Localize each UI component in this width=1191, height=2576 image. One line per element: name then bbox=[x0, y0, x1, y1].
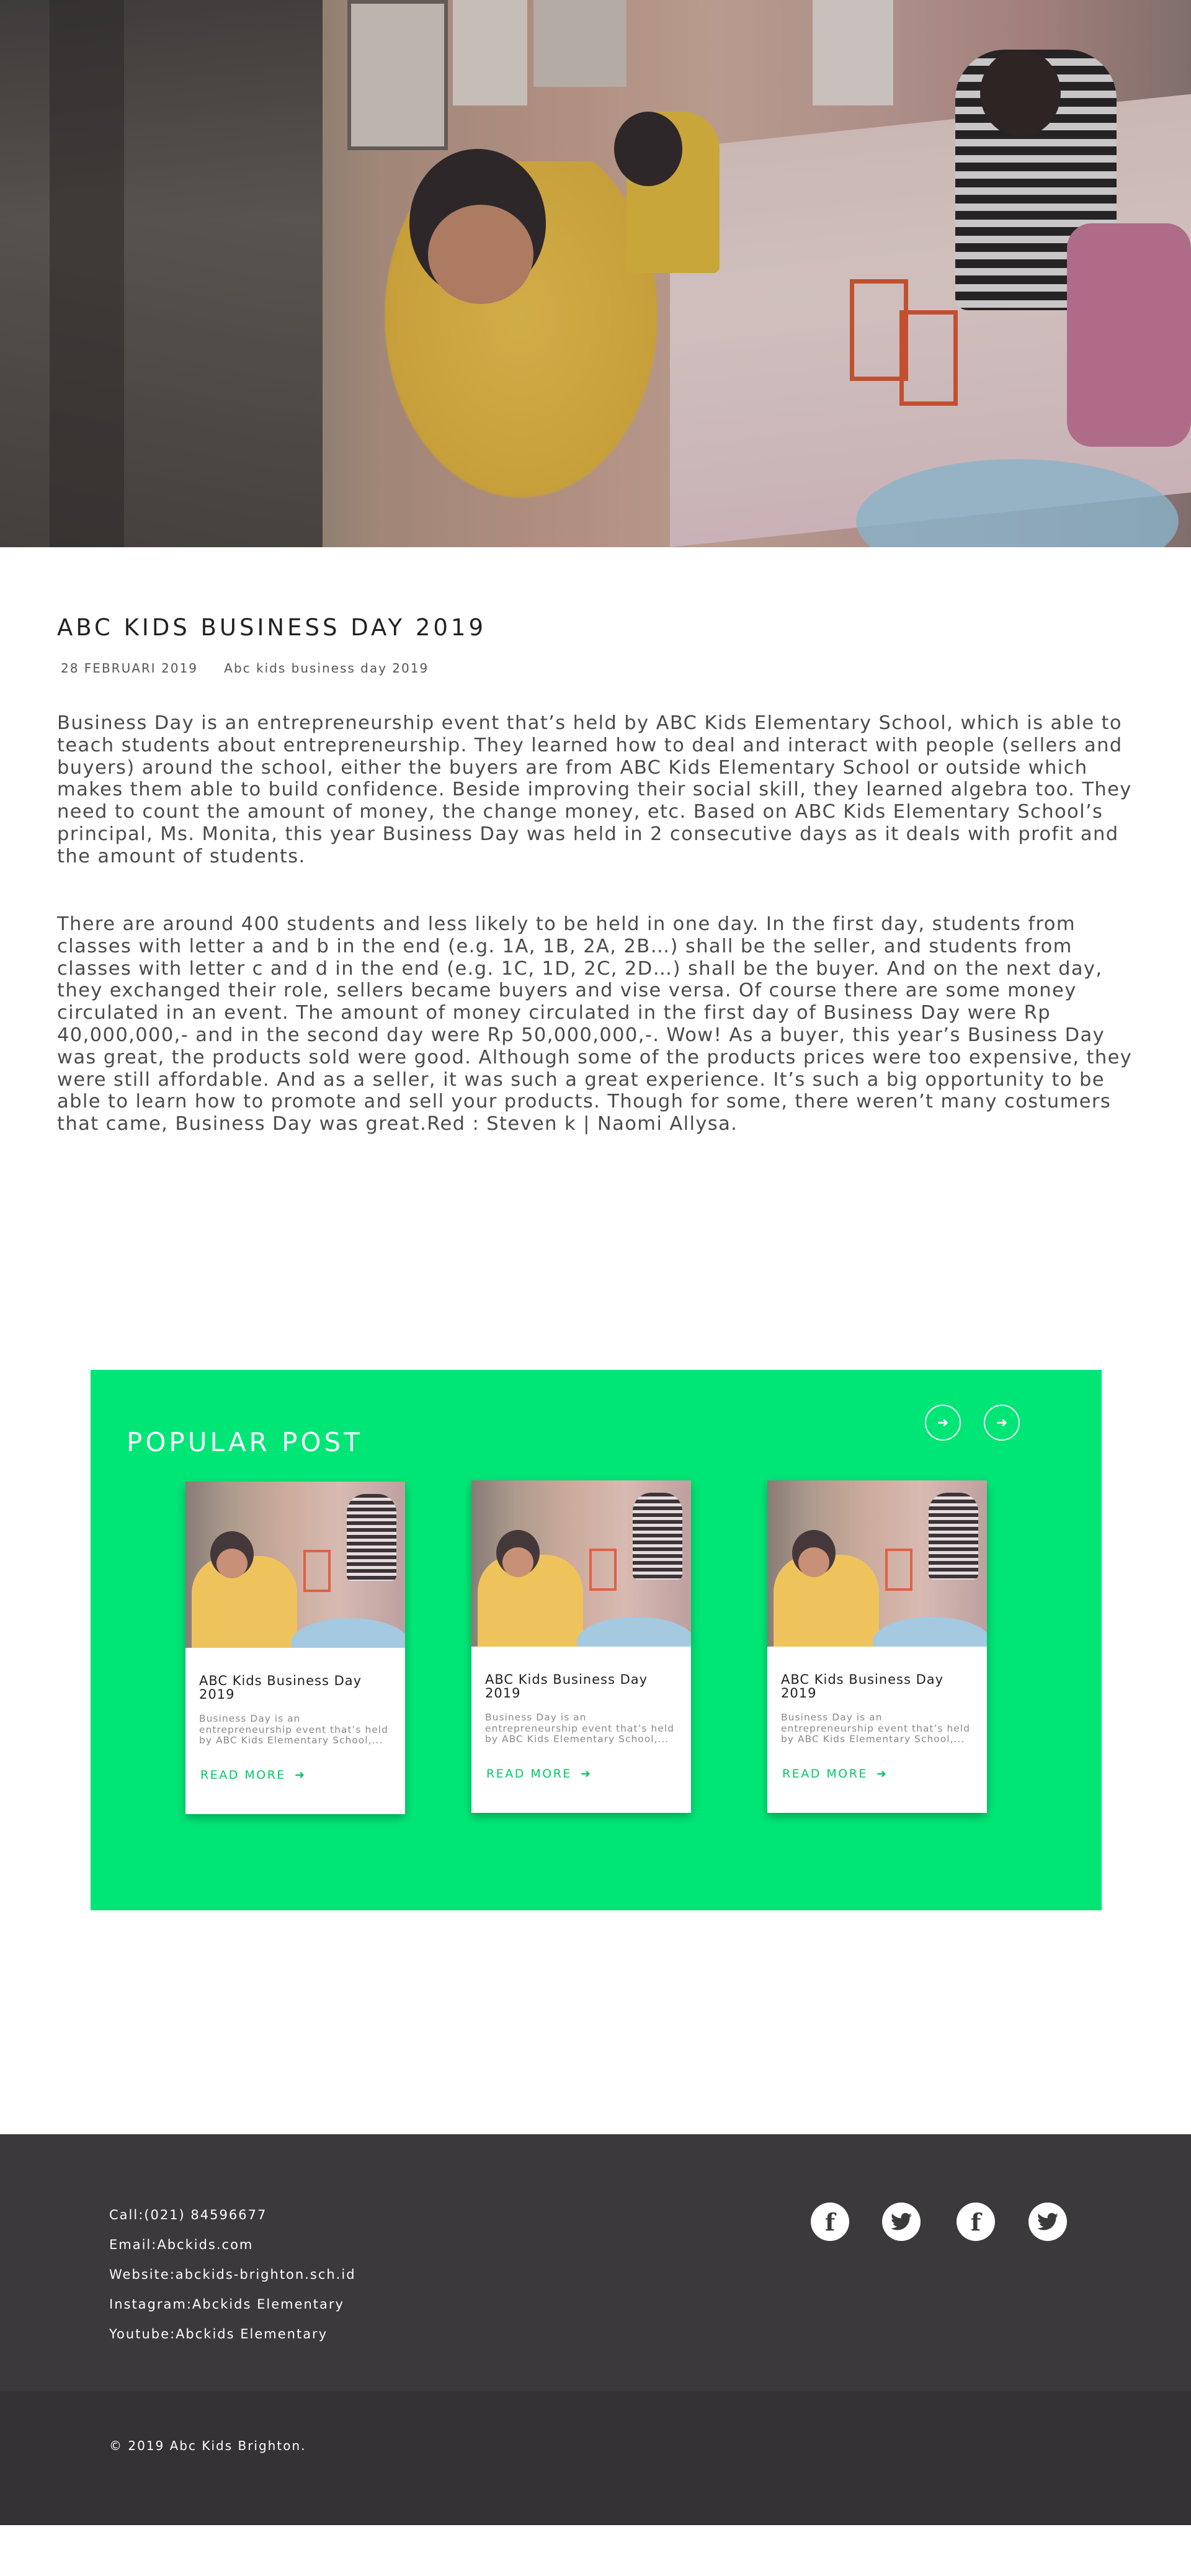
carousel-next-button[interactable]: ➜ bbox=[984, 1405, 1020, 1441]
footer-contact: Call:(021) 84596677 Email:Abckids.com We… bbox=[0, 2134, 1191, 2391]
post-thumbnail[interactable] bbox=[185, 1482, 405, 1648]
article-paragraph-1: Business Day is an entrepreneurship even… bbox=[57, 712, 1132, 867]
article-title: ABC KIDS BUSINESS DAY 2019 bbox=[57, 614, 487, 641]
facebook-icon[interactable]: f bbox=[957, 2203, 995, 2241]
post-card-title[interactable]: ABC Kids Business Day 2019 bbox=[199, 1674, 391, 1701]
post-card-excerpt: Business Day is an entrepreneurship even… bbox=[199, 1714, 388, 1746]
footer-youtube[interactable]: Youtube:Abckids Elementary bbox=[109, 2327, 328, 2341]
popular-post-section: POPULAR POST ➜ ➜ ABC Kids Business Day 2… bbox=[91, 1370, 1102, 1910]
article-paragraph-2: There are around 400 students and less l… bbox=[57, 913, 1133, 1135]
hero-image bbox=[0, 0, 1191, 547]
post-card[interactable]: ABC Kids Business Day 2019 Business Day … bbox=[471, 1480, 691, 1813]
footer-website[interactable]: Website:abckids-brighton.sch.id bbox=[109, 2267, 356, 2282]
read-more-link[interactable]: READ MORE ➜ bbox=[486, 1767, 592, 1781]
footer-email[interactable]: Email:Abckids.com bbox=[109, 2237, 253, 2252]
facebook-icon[interactable]: f bbox=[811, 2203, 849, 2241]
footer-copyright-bar: © 2019 Abc Kids Brighton. bbox=[0, 2391, 1191, 2525]
arrow-right-icon: ➜ bbox=[294, 1768, 306, 1782]
post-card-excerpt: Business Day is an entrepreneurship even… bbox=[781, 1712, 970, 1745]
arrow-right-icon: ➜ bbox=[580, 1767, 592, 1781]
carousel-prev-button[interactable]: ➜ bbox=[925, 1405, 961, 1441]
article-date: 28 FEBRUARI 2019 bbox=[61, 661, 198, 676]
post-card-title[interactable]: ABC Kids Business Day 2019 bbox=[781, 1673, 973, 1700]
read-more-link[interactable]: READ MORE ➜ bbox=[200, 1768, 306, 1782]
article-meta: 28 FEBRUARI 2019 Abc kids business day 2… bbox=[61, 661, 429, 676]
post-thumbnail[interactable] bbox=[767, 1480, 987, 1647]
twitter-icon[interactable] bbox=[882, 2203, 921, 2241]
post-card[interactable]: ABC Kids Business Day 2019 Business Day … bbox=[767, 1480, 987, 1813]
post-card-title[interactable]: ABC Kids Business Day 2019 bbox=[485, 1673, 677, 1700]
copyright-text: © 2019 Abc Kids Brighton. bbox=[109, 2438, 306, 2453]
footer-instagram[interactable]: Instagram:Abckids Elementary bbox=[109, 2297, 344, 2312]
post-card-excerpt: Business Day is an entrepreneurship even… bbox=[485, 1712, 674, 1745]
popular-post-heading: POPULAR POST bbox=[127, 1427, 363, 1457]
post-card[interactable]: ABC Kids Business Day 2019 Business Day … bbox=[185, 1482, 405, 1814]
post-thumbnail[interactable] bbox=[471, 1480, 691, 1647]
article-category[interactable]: Abc kids business day 2019 bbox=[224, 661, 429, 676]
arrow-right-icon: ➜ bbox=[876, 1767, 888, 1781]
footer-call: Call:(021) 84596677 bbox=[109, 2207, 267, 2222]
read-more-link[interactable]: READ MORE ➜ bbox=[782, 1767, 888, 1781]
twitter-icon[interactable] bbox=[1028, 2203, 1067, 2241]
arrow-left-icon: ➜ bbox=[937, 1415, 949, 1431]
arrow-right-icon: ➜ bbox=[996, 1415, 1008, 1431]
